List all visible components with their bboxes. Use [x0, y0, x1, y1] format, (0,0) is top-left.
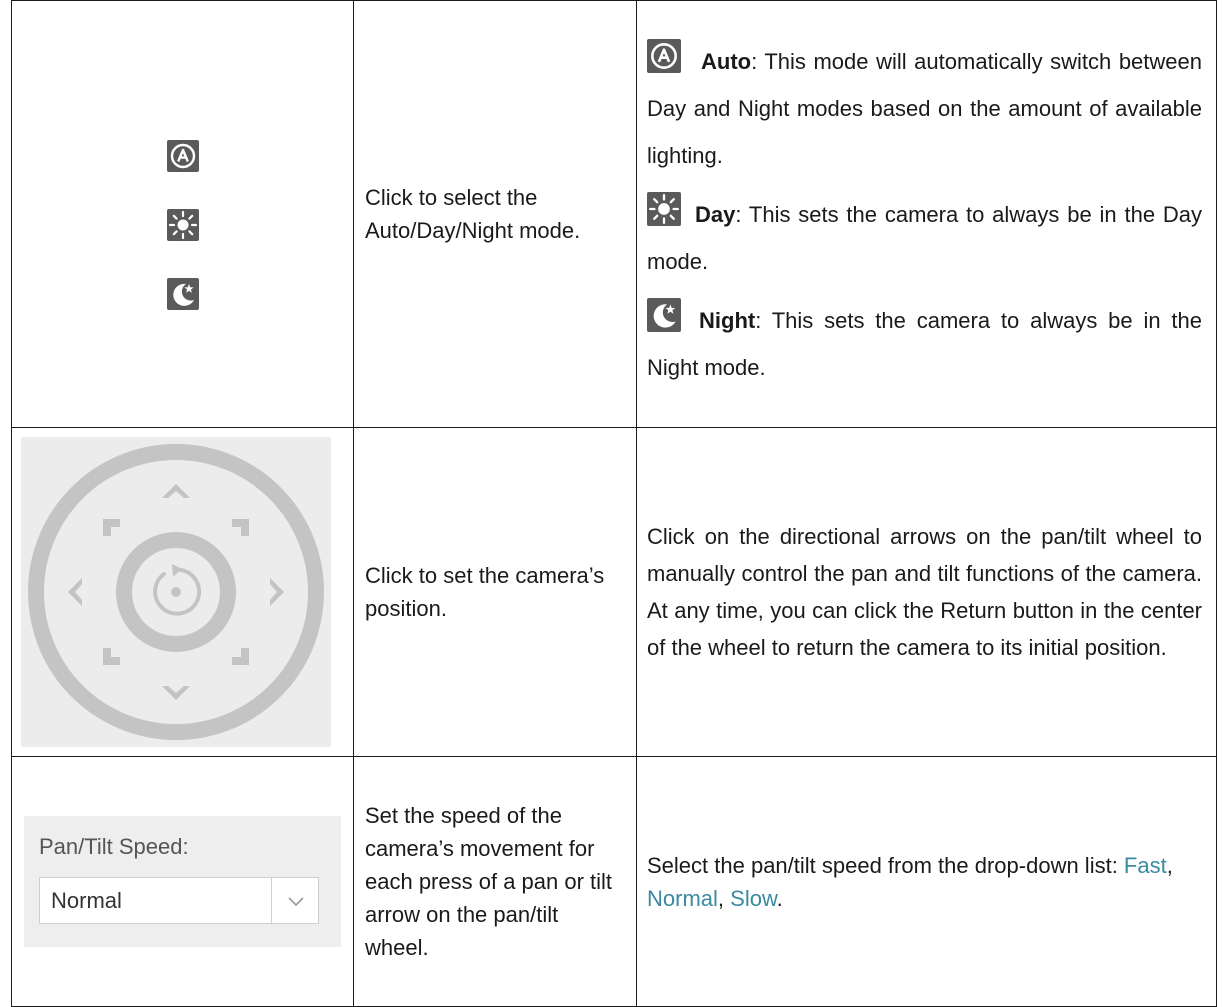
select-divider	[271, 878, 272, 923]
arrow-down-icon[interactable]	[162, 686, 190, 700]
day-mode-icon[interactable]	[166, 209, 199, 241]
night-mode-detail: Night: This sets the camera to always be…	[647, 297, 1202, 391]
speed-description: Set the speed of the camera’s movement f…	[365, 803, 613, 960]
position-details: Click on the directional arrows on the p…	[647, 524, 1202, 660]
mode-description: Click to select the Auto/Day/Night mode.	[365, 185, 581, 243]
details-cell: Auto: This mode will automatically switc…	[636, 0, 1217, 428]
icon-cell	[11, 0, 354, 428]
auto-mode-detail: Auto: This mode will automatically switc…	[647, 38, 1202, 179]
option-fast: Fast	[1123, 852, 1167, 878]
night-mode-icon[interactable]	[166, 278, 199, 310]
period: .	[776, 885, 783, 911]
details-cell: Select the pan/tilt speed from the drop-…	[636, 756, 1217, 1007]
arrow-down-left-icon[interactable]	[103, 648, 120, 665]
auto-term: Auto	[701, 48, 752, 74]
description-cell: Click to select the Auto/Day/Night mode.	[353, 0, 637, 428]
controls-table: Click to select the Auto/Day/Night mode.…	[11, 0, 1217, 1007]
night-mode-icon	[647, 297, 681, 332]
arrow-up-icon[interactable]	[162, 484, 190, 498]
position-description: Click to set the camera’s position.	[365, 563, 605, 621]
auto-mode-icon	[647, 38, 681, 73]
arrow-up-left-icon[interactable]	[103, 519, 120, 536]
table-row: Click to select the Auto/Day/Night mode.…	[11, 0, 1217, 428]
auto-mode-icon[interactable]	[166, 140, 199, 172]
icon-cell	[11, 427, 354, 757]
day-mode-detail: Day: This sets the camera to always be i…	[647, 191, 1202, 285]
separator: ,	[717, 885, 731, 911]
icon-cell: Pan/Tilt Speed: Normal	[11, 756, 354, 1007]
speed-selected-value: Normal	[51, 888, 122, 913]
arrow-right-icon[interactable]	[270, 578, 284, 606]
arrow-down-right-icon[interactable]	[232, 648, 249, 665]
table-row: Click to set the camera’s position. Clic…	[11, 427, 1217, 757]
speed-label: Pan/Tilt Speed:	[39, 834, 189, 859]
details-cell: Click on the directional arrows on the p…	[636, 427, 1217, 757]
chevron-down-icon[interactable]	[286, 892, 306, 910]
separator: ,	[1166, 852, 1173, 878]
pan-tilt-wheel[interactable]	[21, 437, 331, 747]
speed-details: Select the pan/tilt speed from the drop-…	[637, 849, 1216, 915]
table-row: Pan/Tilt Speed: Normal Set the speed of …	[11, 756, 1217, 1007]
speed-details-prefix: Select the pan/tilt speed from the drop-…	[647, 852, 1124, 878]
speed-panel: Pan/Tilt Speed: Normal	[24, 816, 341, 947]
option-normal: Normal	[647, 885, 718, 911]
day-mode-icon	[647, 191, 681, 226]
night-term: Night	[699, 307, 756, 333]
return-icon[interactable]	[153, 564, 202, 616]
arrow-left-icon[interactable]	[68, 578, 82, 606]
description-cell: Set the speed of the camera’s movement f…	[353, 756, 637, 1007]
arrow-up-right-icon[interactable]	[232, 519, 249, 536]
option-slow: Slow	[730, 885, 777, 911]
speed-select[interactable]: Normal	[39, 877, 319, 924]
day-term: Day	[695, 201, 736, 227]
description-cell: Click to set the camera’s position.	[353, 427, 637, 757]
